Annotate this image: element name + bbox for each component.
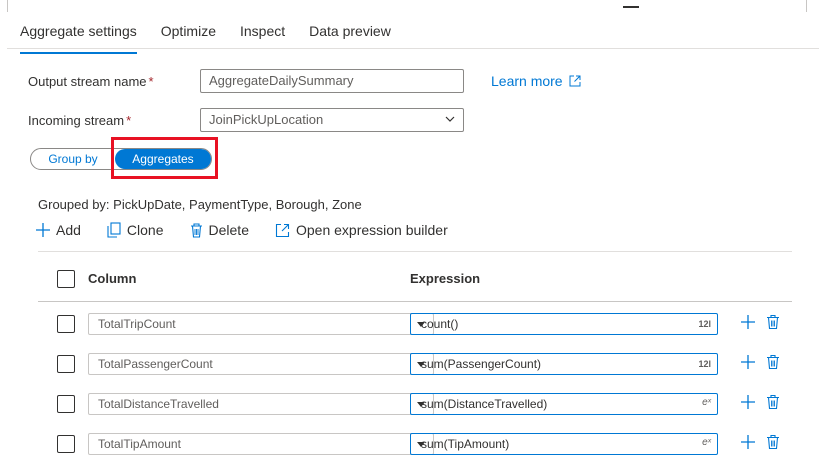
expression-value: sum(PassengerCount) <box>421 357 542 371</box>
open-external-icon <box>569 75 581 87</box>
output-stream-label-text: Output stream name <box>28 74 147 89</box>
plus-icon <box>36 223 50 237</box>
delete-label: Delete <box>208 222 249 238</box>
clone-icon <box>107 222 121 238</box>
grid-header-divider <box>38 301 792 302</box>
tab-divider <box>7 48 819 49</box>
open-builder-label: Open expression builder <box>295 222 448 238</box>
output-stream-name-input[interactable]: AggregateDailySummary <box>200 69 464 93</box>
expression-input[interactable]: sum(TipAmount) eˣ <box>410 433 718 455</box>
row-checkbox[interactable] <box>57 395 75 413</box>
column-header: Column <box>88 271 137 286</box>
required-mark: * <box>126 113 132 128</box>
learn-more-link[interactable]: Learn more <box>491 73 581 89</box>
clone-button[interactable]: Clone <box>107 222 164 238</box>
column-dropdown[interactable]: TotalPassengerCount <box>88 353 434 375</box>
table-row: TotalTripCount count() 12l <box>38 313 792 353</box>
add-label: Add <box>56 222 81 238</box>
grouped-by-text: Grouped by: PickUpDate, PaymentType, Bor… <box>38 197 362 212</box>
tab-data-preview[interactable]: Data preview <box>309 20 391 48</box>
incoming-stream-label: Incoming stream * <box>28 113 131 128</box>
table-row: TotalTipAmount sum(TipAmount) eˣ <box>38 433 792 473</box>
trash-icon[interactable] <box>766 354 780 370</box>
add-row-icon[interactable] <box>740 314 756 330</box>
row-checkbox[interactable] <box>57 355 75 373</box>
clone-label: Clone <box>126 222 164 238</box>
frame-right-edge <box>806 0 807 12</box>
expression-input[interactable]: sum(DistanceTravelled) eˣ <box>410 393 718 415</box>
add-row-icon[interactable] <box>740 354 756 370</box>
row-checkbox[interactable] <box>57 315 75 333</box>
integer-type-icon: 12l <box>698 319 711 329</box>
expression-input[interactable]: sum(PassengerCount) 12l <box>410 353 718 375</box>
incoming-stream-dropdown[interactable]: JoinPickUpLocation <box>200 108 464 132</box>
expression-value: sum(DistanceTravelled) <box>421 397 548 411</box>
trash-icon[interactable] <box>766 314 780 330</box>
settings-tabs: Aggregate settings Optimize Inspect Data… <box>20 20 415 54</box>
command-bar: Add Clone Delete Open expression builder <box>36 222 474 238</box>
incoming-stream-label-text: Incoming stream <box>28 113 125 128</box>
top-frame <box>0 0 819 12</box>
open-builder-icon <box>275 223 290 237</box>
add-row-icon[interactable] <box>740 394 756 410</box>
tab-inspect[interactable]: Inspect <box>240 20 285 48</box>
table-row: TotalPassengerCount sum(PassengerCount) … <box>38 353 792 393</box>
grid-header: Column Expression <box>38 252 792 301</box>
column-dropdown[interactable]: TotalTripCount <box>88 313 434 335</box>
column-dropdown[interactable]: TotalDistanceTravelled <box>88 393 434 415</box>
open-expression-builder-button[interactable]: Open expression builder <box>275 222 448 238</box>
column-dropdown[interactable]: TotalTipAmount <box>88 433 434 455</box>
column-value: TotalPassengerCount <box>98 357 213 371</box>
frame-left-edge <box>7 0 8 12</box>
incoming-stream-value: JoinPickUpLocation <box>209 112 324 127</box>
tab-optimize[interactable]: Optimize <box>161 20 216 48</box>
expression-value: sum(TipAmount) <box>421 437 510 451</box>
row-checkbox[interactable] <box>57 435 75 453</box>
output-stream-label: Output stream name * <box>28 74 154 89</box>
column-value: TotalDistanceTravelled <box>98 397 219 411</box>
select-all-checkbox[interactable] <box>57 270 75 288</box>
add-row-icon[interactable] <box>740 434 756 450</box>
table-row: TotalDistanceTravelled sum(DistanceTrave… <box>38 393 792 433</box>
toggle-group-by[interactable]: Group by <box>31 149 115 169</box>
expression-header: Expression <box>410 271 481 286</box>
add-button[interactable]: Add <box>36 222 81 238</box>
tab-aggregate-settings[interactable]: Aggregate settings <box>20 20 137 54</box>
expression-type-icon: eˣ <box>702 437 711 448</box>
expression-input[interactable]: count() 12l <box>410 313 718 335</box>
trash-icon[interactable] <box>766 434 780 450</box>
minimize-mark <box>623 6 639 8</box>
trash-icon <box>190 222 202 238</box>
column-value: TotalTipAmount <box>98 437 181 451</box>
trash-icon[interactable] <box>766 394 780 410</box>
integer-type-icon: 12l <box>698 359 711 369</box>
chevron-down-icon <box>445 116 455 122</box>
column-value: TotalTripCount <box>98 317 176 331</box>
required-mark: * <box>148 74 154 89</box>
delete-button[interactable]: Delete <box>190 222 249 238</box>
highlight-box <box>111 137 218 179</box>
learn-more-text: Learn more <box>491 73 563 89</box>
expression-value: count() <box>421 317 459 331</box>
expression-type-icon: eˣ <box>702 397 711 408</box>
